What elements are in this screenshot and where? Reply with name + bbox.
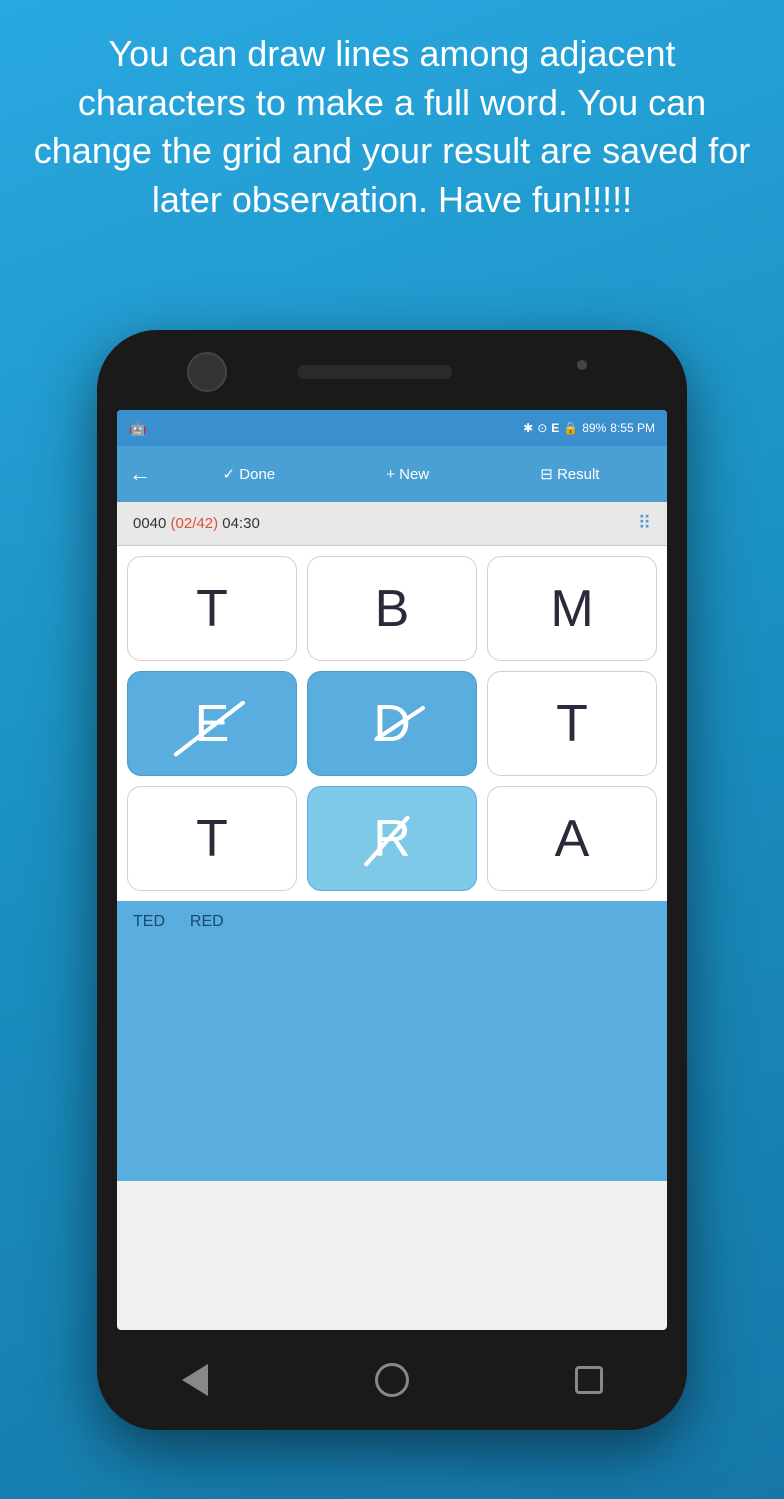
grid-cell-7[interactable]: R — [307, 786, 477, 891]
phone-led — [577, 360, 587, 370]
cell-letter-D: D — [373, 694, 411, 754]
back-button[interactable]: ← — [129, 461, 151, 487]
puzzle-id: 0040 — [133, 515, 166, 532]
phone-frame: 🤖 ✱ ⊙ E 🔒 89% 8:55 PM ← ✓ Done + New ⊟ R… — [97, 330, 687, 1430]
letter-grid: T B M E D — [117, 546, 667, 901]
phone-navigation-bar — [97, 1330, 687, 1430]
phone-speaker — [297, 365, 452, 379]
grid-cell-8[interactable]: A — [487, 786, 657, 891]
toolbar: 0040 (02/42) 04:30 ⠿ — [117, 502, 667, 546]
bluetooth-icon: ✱ — [523, 421, 533, 435]
done-button[interactable]: ✓ Done — [223, 465, 276, 483]
grid-options-icon[interactable]: ⠿ — [638, 513, 651, 534]
signal-text: E — [551, 421, 559, 435]
grid-cell-4[interactable]: D — [307, 671, 477, 776]
cell-letter-R: R — [373, 809, 411, 869]
grid-cell-2[interactable]: M — [487, 556, 657, 661]
timer-value: 04:30 — [222, 515, 260, 532]
recents-square-icon — [575, 1366, 603, 1394]
status-bar-left: 🤖 — [129, 420, 146, 437]
puzzle-progress: (02/42) — [171, 515, 219, 532]
found-word-1: TED — [133, 913, 165, 931]
grid-cell-5[interactable]: T — [487, 671, 657, 776]
cell-letter-T2: T — [556, 694, 588, 754]
app-bar-actions: ✓ Done + New ⊟ Result — [167, 465, 655, 483]
grid-cell-1[interactable]: B — [307, 556, 477, 661]
nav-home-button[interactable] — [370, 1358, 414, 1402]
clock-time: 8:55 PM — [610, 421, 655, 435]
nav-recents-button[interactable] — [567, 1358, 611, 1402]
cell-letter-B: B — [375, 579, 410, 639]
words-area: TED RED — [117, 901, 667, 1181]
nav-back-button[interactable] — [173, 1358, 217, 1402]
cell-letter-E: E — [195, 694, 230, 754]
phone-camera — [187, 352, 227, 392]
header-description: You can draw lines among adjacent charac… — [0, 0, 784, 244]
cell-letter-A: A — [555, 809, 590, 869]
back-triangle-icon — [182, 1364, 208, 1396]
android-icon: 🤖 — [129, 420, 146, 437]
new-button[interactable]: + New — [386, 466, 429, 483]
app-bar: ← ✓ Done + New ⊟ Result — [117, 446, 667, 502]
alarm-icon: ⊙ — [537, 421, 547, 435]
status-bar: 🤖 ✱ ⊙ E 🔒 89% 8:55 PM — [117, 410, 667, 446]
result-button[interactable]: ⊟ Result — [540, 465, 599, 483]
cell-letter-T3: T — [196, 809, 228, 869]
found-word-2: RED — [190, 913, 224, 931]
battery-percent: 89% — [582, 421, 606, 435]
found-word-spacer — [173, 913, 182, 931]
cell-letter-T1: T — [196, 579, 228, 639]
grid-cell-0[interactable]: T — [127, 556, 297, 661]
battery-icon: 🔒 — [563, 421, 578, 435]
puzzle-info: 0040 (02/42) 04:30 — [133, 515, 260, 532]
status-bar-right: ✱ ⊙ E 🔒 89% 8:55 PM — [523, 421, 655, 435]
cell-letter-M: M — [550, 579, 593, 639]
home-circle-icon — [375, 1363, 409, 1397]
phone-screen: 🤖 ✱ ⊙ E 🔒 89% 8:55 PM ← ✓ Done + New ⊟ R… — [117, 410, 667, 1330]
phone-mockup: 🤖 ✱ ⊙ E 🔒 89% 8:55 PM ← ✓ Done + New ⊟ R… — [97, 330, 687, 1430]
grid-cell-3[interactable]: E — [127, 671, 297, 776]
grid-cell-6[interactable]: T — [127, 786, 297, 891]
